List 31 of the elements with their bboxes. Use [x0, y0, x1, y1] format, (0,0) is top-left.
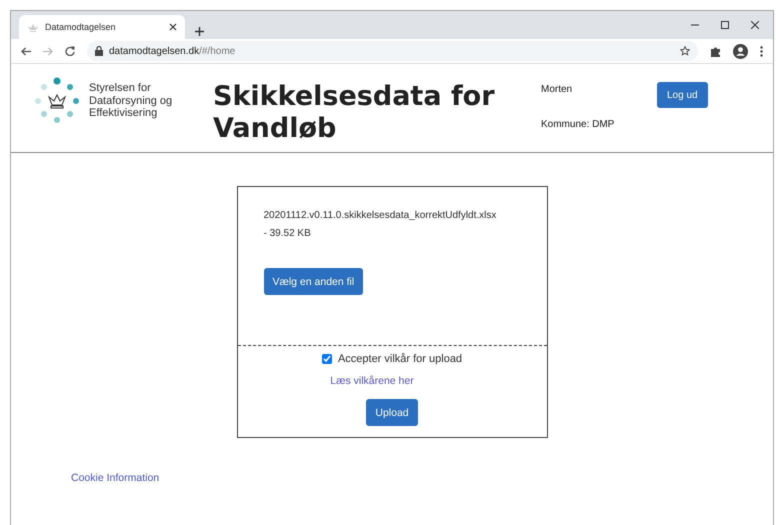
crown-logo-icon: [33, 77, 81, 125]
menu-icon[interactable]: [760, 46, 763, 56]
upload-button[interactable]: Upload: [366, 399, 418, 426]
accept-checkbox[interactable]: [322, 354, 332, 364]
back-icon[interactable]: [21, 46, 31, 56]
choose-file-button[interactable]: Vælg en anden fil: [264, 268, 364, 295]
maximize-icon[interactable]: [721, 21, 729, 29]
close-icon[interactable]: [751, 21, 759, 29]
profile-icon[interactable]: [733, 44, 748, 58]
logo-text: Styrelsen for Dataforsyning og Effektivisering: [89, 82, 174, 120]
accept-label: Accepter vilkår for upload: [338, 353, 462, 365]
lock-icon: [95, 46, 103, 56]
url-path: /#/home: [199, 46, 236, 56]
close-icon[interactable]: [169, 23, 177, 31]
url-domain: datamodtagelsen.dk: [109, 46, 200, 56]
new-tab-icon[interactable]: [195, 27, 204, 36]
user-name: Morten: [541, 84, 574, 95]
crown-icon: [27, 22, 39, 32]
address-bar[interactable]: datamodtagelsen.dk/#/home: [87, 41, 698, 61]
terms-link[interactable]: Læs vilkårene her: [330, 375, 414, 387]
reload-icon[interactable]: [65, 46, 75, 56]
file-name: 20201112.v0.11.0.skikkelsesdata_korrektUdfyldt.xlsx: [264, 209, 498, 223]
file-size: - 39.52 KB: [264, 227, 312, 241]
municipality-label: Kommune: DMP: [541, 119, 616, 130]
puzzle-icon[interactable]: [710, 46, 721, 56]
browser-tab[interactable]: Datamodtagelsen: [19, 15, 185, 39]
cookie-link[interactable]: Cookie Information: [71, 472, 160, 484]
star-icon[interactable]: [680, 46, 690, 56]
page-title: Skikkelsesdata for Vandløb: [213, 81, 496, 146]
logout-button[interactable]: Log ud: [657, 82, 708, 108]
tab-title: Datamodtagelsen: [45, 22, 117, 32]
